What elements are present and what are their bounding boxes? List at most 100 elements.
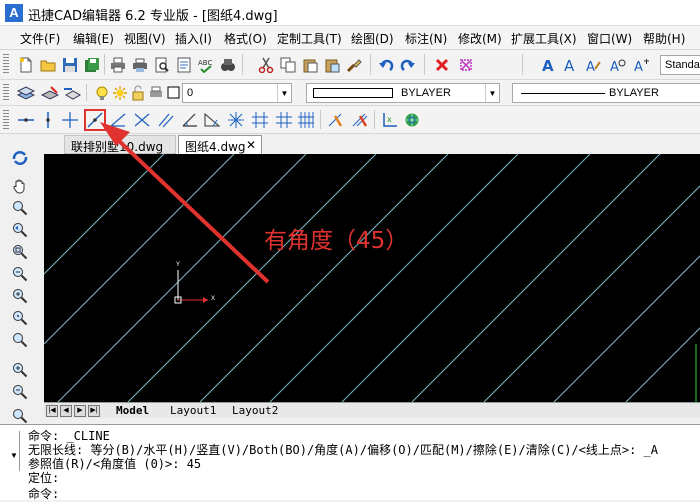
xline-horizontal-icon[interactable] <box>16 110 36 130</box>
tab-layout2[interactable]: Layout2 <box>232 404 278 417</box>
svg-text:A: A <box>610 60 619 73</box>
menu-window[interactable]: 窗口(W) <box>587 30 632 47</box>
xline-bisect-icon[interactable] <box>108 110 128 130</box>
xline-grid-icon[interactable] <box>274 110 294 130</box>
zoom-window-icon[interactable] <box>10 242 30 262</box>
print-preview-icon[interactable] <box>152 55 172 75</box>
zoom-center-icon[interactable] <box>10 308 30 328</box>
xline-erase-icon[interactable] <box>326 110 346 130</box>
xline-vertical-icon[interactable] <box>38 110 58 130</box>
first-tab-icon[interactable]: |◀ <box>46 405 58 417</box>
print-icon[interactable] <box>108 55 128 75</box>
menu-dimension[interactable]: 标注(N) <box>405 30 447 47</box>
text-style-select[interactable]: Standa <box>660 55 700 75</box>
layer-lock-icon[interactable] <box>128 83 148 103</box>
layer-manager-icon[interactable] <box>16 83 36 103</box>
menu-draw[interactable]: 绘图(D) <box>351 30 394 47</box>
chevron-down-icon[interactable]: ▼ <box>485 84 499 102</box>
prev-tab-icon[interactable]: ◀ <box>60 405 72 417</box>
layer-color-swatch[interactable] <box>164 83 184 103</box>
linetype-select[interactable]: BYLAYER <box>512 83 700 103</box>
layer-on-bulb-icon[interactable] <box>92 83 112 103</box>
spell-check-icon[interactable]: ABC <box>196 55 216 75</box>
xline-reference-icon[interactable] <box>180 110 200 130</box>
previous-layer-icon[interactable] <box>62 83 82 103</box>
chevron-down-icon[interactable]: ▼ <box>277 84 291 102</box>
drawing-canvas[interactable]: Y X <box>44 154 700 402</box>
erase-icon[interactable] <box>432 55 452 75</box>
ucs-y-label: Y <box>176 262 181 268</box>
xline-star-icon[interactable] <box>226 110 246 130</box>
undo-icon[interactable] <box>376 55 396 75</box>
paste-special-icon[interactable] <box>322 55 342 75</box>
publish-icon[interactable] <box>174 55 194 75</box>
color-select[interactable]: BYLAYER ▼ <box>306 83 500 103</box>
globe-icon[interactable] <box>402 110 422 130</box>
zoom-realtime-icon[interactable] <box>10 198 30 218</box>
text-icon[interactable]: A <box>560 55 580 75</box>
menu-tools[interactable]: 定制工具(T) <box>277 30 342 47</box>
edit-text-icon[interactable]: A <box>584 55 604 75</box>
toolbar-grip[interactable] <box>3 110 9 129</box>
paste-icon[interactable] <box>300 55 320 75</box>
layout-tabs: |◀ ◀ ▶ ▶| Model Layout1 Layout2 <box>44 402 700 418</box>
tab-villa-dwg[interactable]: 联排别墅10.dwg <box>64 135 176 154</box>
save-all-icon[interactable] <box>82 55 102 75</box>
menu-modify[interactable]: 修改(M) <box>458 30 502 47</box>
construction-line <box>127 154 377 402</box>
zoom-out-icon[interactable] <box>10 382 30 402</box>
redo-icon[interactable] <box>398 55 418 75</box>
find-text-icon[interactable]: A <box>608 55 628 75</box>
layer-plot-icon[interactable] <box>146 83 166 103</box>
regen-icon[interactable] <box>10 148 30 168</box>
menu-file[interactable]: 文件(F) <box>20 30 60 47</box>
new-file-icon[interactable] <box>16 55 36 75</box>
save-icon[interactable] <box>60 55 80 75</box>
menu-view[interactable]: 视图(V) <box>124 30 166 47</box>
menu-format[interactable]: 格式(O) <box>224 30 267 47</box>
layer-thaw-sun-icon[interactable] <box>110 83 130 103</box>
toolbar-grip[interactable] <box>3 84 9 101</box>
xline-clear-icon[interactable] <box>350 110 370 130</box>
menu-help[interactable]: 帮助(H) <box>643 30 685 47</box>
purge-icon[interactable] <box>456 55 476 75</box>
cut-icon[interactable] <box>256 55 276 75</box>
text-style-icon[interactable]: A <box>538 55 558 75</box>
print-setup-icon[interactable] <box>130 55 150 75</box>
layer-state-icon[interactable] <box>40 83 60 103</box>
last-tab-icon[interactable]: ▶| <box>88 405 100 417</box>
find-icon[interactable] <box>218 55 238 75</box>
svg-text:A: A <box>586 60 595 73</box>
open-file-icon[interactable] <box>38 55 58 75</box>
zoom-previous-icon[interactable] <box>10 220 30 240</box>
menu-insert[interactable]: 插入(I) <box>175 30 212 47</box>
construction-line <box>269 154 519 402</box>
zoom-extents-icon[interactable] <box>10 330 30 350</box>
tab-layout1[interactable]: Layout1 <box>170 404 216 417</box>
menu-extensions[interactable]: 扩展工具(X) <box>511 30 577 47</box>
zoom-dynamic-icon[interactable] <box>10 264 30 284</box>
xline-parallel-icon[interactable] <box>250 110 270 130</box>
xline-angle-icon[interactable] <box>84 109 106 131</box>
zoom-scale-icon[interactable] <box>10 286 30 306</box>
layer-select[interactable]: 0 ▼ <box>182 83 292 103</box>
scale-text-icon[interactable]: A <box>632 55 652 75</box>
command-prompt[interactable]: 命令: <box>28 485 59 502</box>
chevron-down-icon[interactable]: ▼ <box>10 451 18 460</box>
coordinate-icon[interactable]: x <box>380 110 400 130</box>
tab-model[interactable]: Model <box>116 404 149 417</box>
xline-cross-icon[interactable] <box>132 110 152 130</box>
zoom-all-icon[interactable] <box>10 406 30 426</box>
pan-hand-icon[interactable] <box>10 176 30 196</box>
next-tab-icon[interactable]: ▶ <box>74 405 86 417</box>
xline-offset-icon[interactable] <box>156 110 176 130</box>
zoom-in-icon[interactable] <box>10 360 30 380</box>
xline-array-icon[interactable] <box>296 110 316 130</box>
tab-close-icon[interactable]: ✕ <box>246 138 256 152</box>
toolbar-grip[interactable] <box>3 54 9 75</box>
copy-icon[interactable] <box>278 55 298 75</box>
match-properties-icon[interactable] <box>344 55 364 75</box>
xline-match-icon[interactable] <box>202 110 222 130</box>
menu-edit[interactable]: 编辑(E) <box>73 30 114 47</box>
xline-both-icon[interactable] <box>60 110 80 130</box>
